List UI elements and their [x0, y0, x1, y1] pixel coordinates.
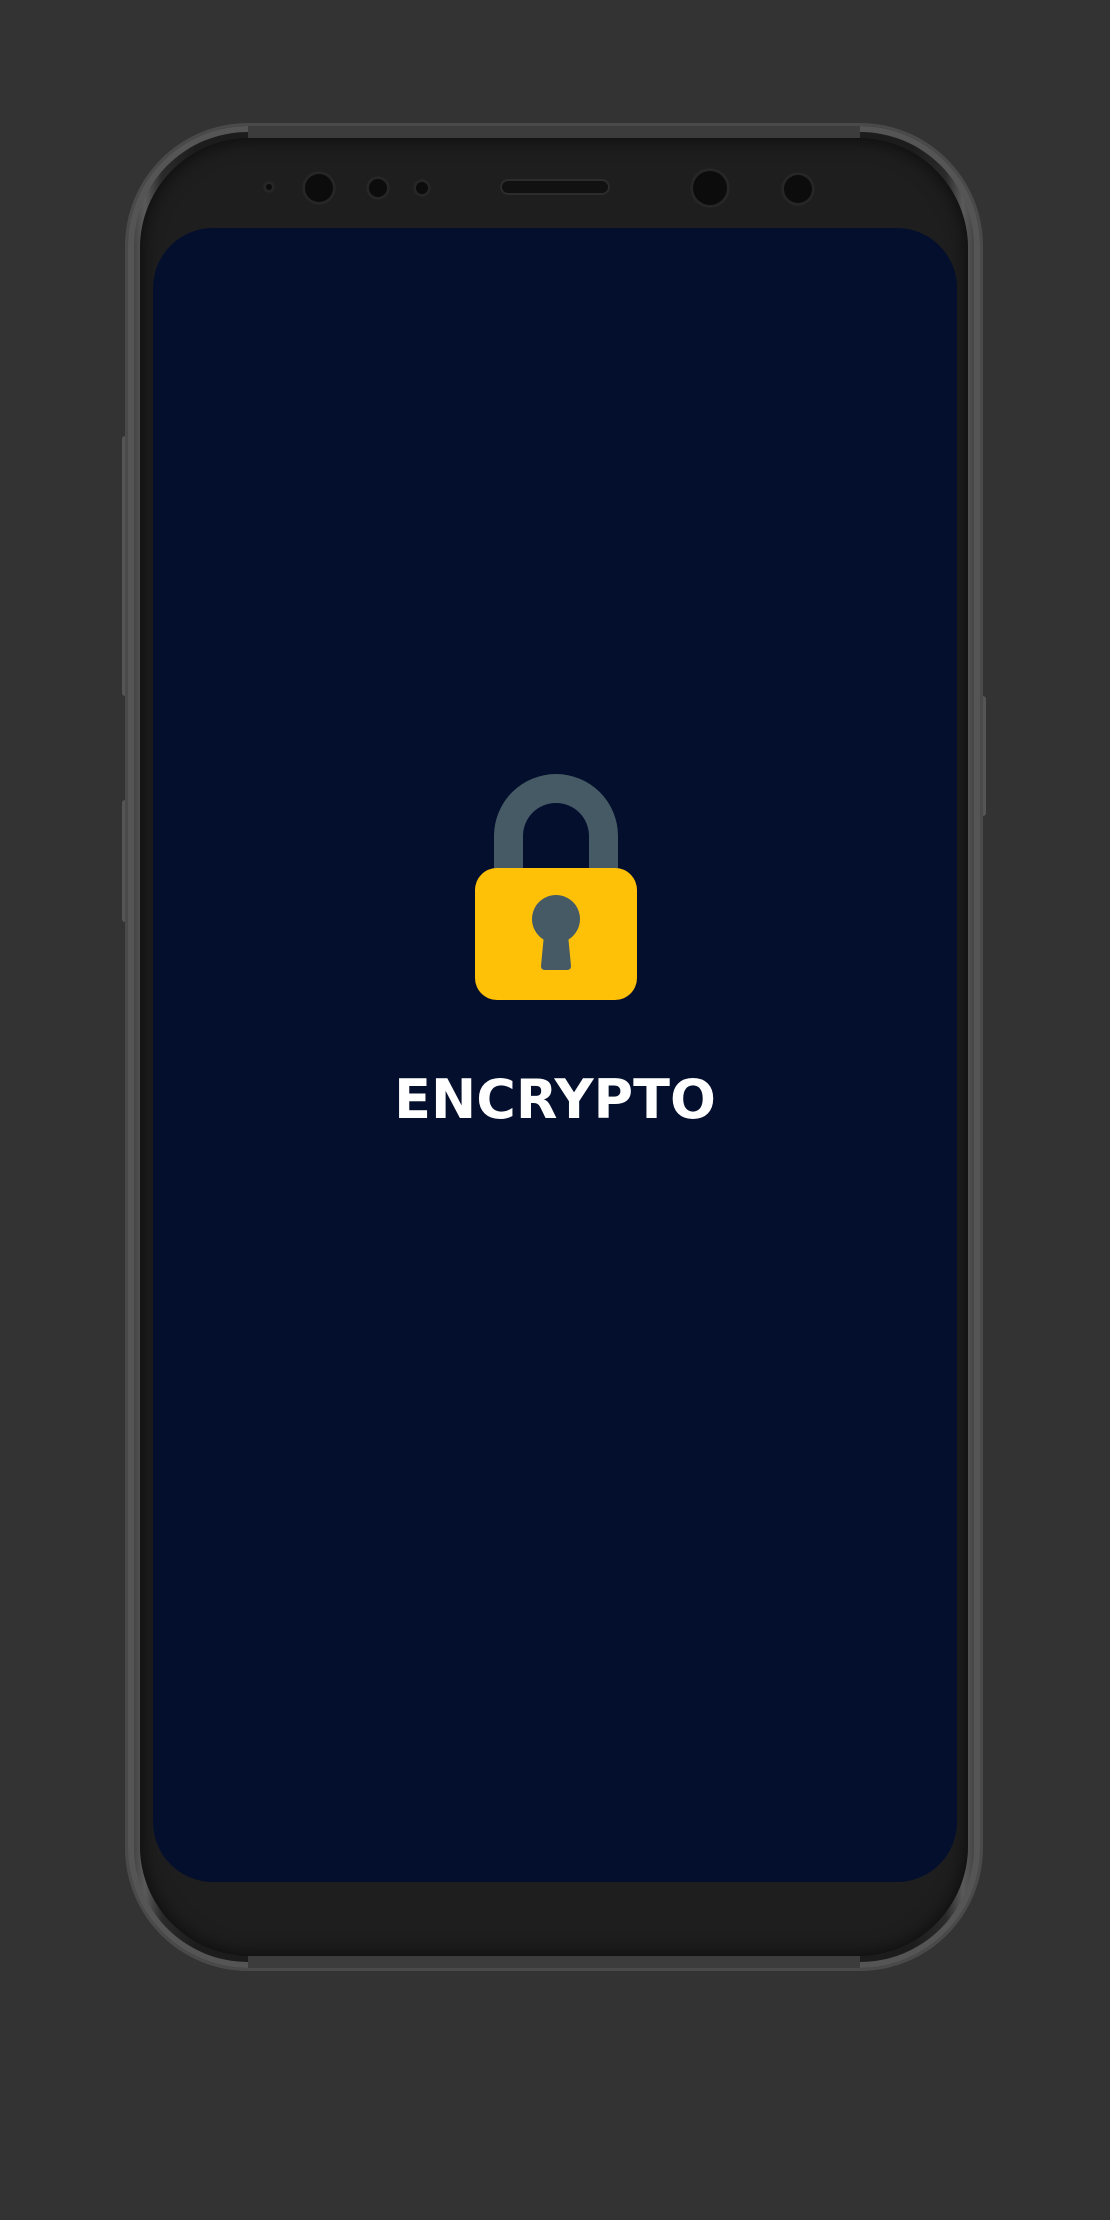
- front-camera-icon: [690, 168, 730, 208]
- light-sensor: [366, 176, 390, 200]
- led-indicator: [413, 179, 431, 197]
- padlock-icon: [475, 774, 637, 1000]
- app-title: ENCRYPTO: [394, 1068, 716, 1131]
- splash-screen: ENCRYPTO: [153, 228, 957, 1882]
- iris-camera-icon: [781, 172, 815, 206]
- proximity-sensor: [263, 181, 275, 193]
- earpiece-speaker: [500, 179, 610, 195]
- iris-scanner-icon: [302, 171, 336, 205]
